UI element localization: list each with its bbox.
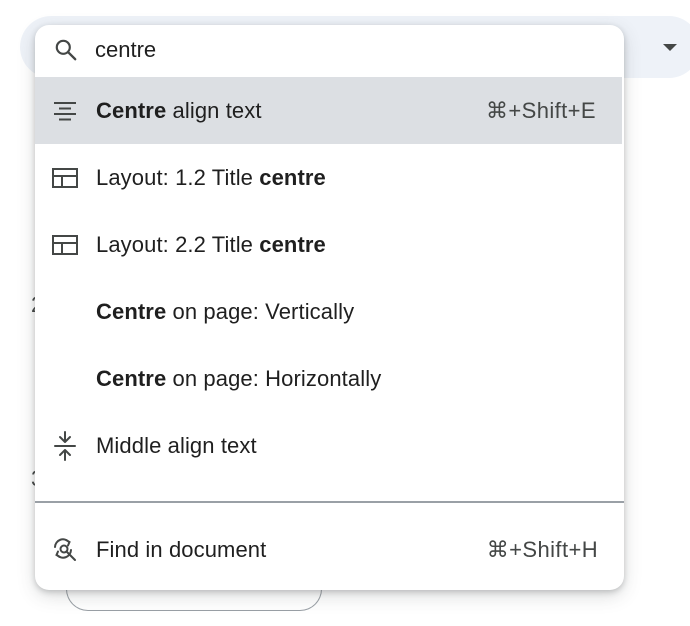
vertical-align-middle-icon bbox=[51, 431, 79, 461]
align-center-icon bbox=[51, 98, 79, 124]
menu-item-label: Layout: 2.2 Title centre bbox=[96, 232, 326, 257]
menu-divider bbox=[35, 501, 624, 503]
command-search-menu: Centre align text ⌘+Shift+E Layout: 1.2 … bbox=[35, 25, 624, 590]
menu-item-layout-2-2-title-centre[interactable]: Layout: 2.2 Title centre bbox=[35, 211, 624, 278]
search-row bbox=[35, 25, 624, 77]
dropdown-caret-icon[interactable] bbox=[663, 44, 677, 51]
menu-item-find-in-document[interactable]: Find in document ⌘+Shift+H bbox=[35, 516, 624, 584]
find-in-page-icon bbox=[51, 537, 79, 563]
keyboard-shortcut: ⌘+Shift+E bbox=[486, 98, 596, 123]
layout-icon bbox=[51, 165, 79, 191]
menu-item-label: Middle align text bbox=[96, 433, 257, 458]
menu-item-label: Layout: 1.2 Title centre bbox=[96, 165, 326, 190]
menu-item-label: Centre on page: Vertically bbox=[96, 299, 355, 324]
menu-item-layout-1-2-title-centre[interactable]: Layout: 1.2 Title centre bbox=[35, 144, 624, 211]
menu-item-centre-on-page-horizontally[interactable]: Centre on page: Horizontally bbox=[35, 345, 624, 412]
menu-item-centre-on-page-vertically[interactable]: Centre on page: Vertically bbox=[35, 278, 624, 345]
keyboard-shortcut: ⌘+Shift+H bbox=[486, 537, 598, 562]
search-icon bbox=[53, 37, 79, 63]
layout-icon bbox=[51, 232, 79, 258]
menu-item-middle-align-text[interactable]: Middle align text bbox=[35, 412, 624, 479]
menu-item-label: Find in document bbox=[96, 537, 267, 562]
search-input[interactable] bbox=[95, 33, 595, 67]
menu-item-centre-align-text[interactable]: Centre align text ⌘+Shift+E bbox=[35, 77, 622, 144]
menu-item-label: Centre align text bbox=[96, 98, 262, 123]
menu-item-label: Centre on page: Horizontally bbox=[96, 366, 382, 391]
